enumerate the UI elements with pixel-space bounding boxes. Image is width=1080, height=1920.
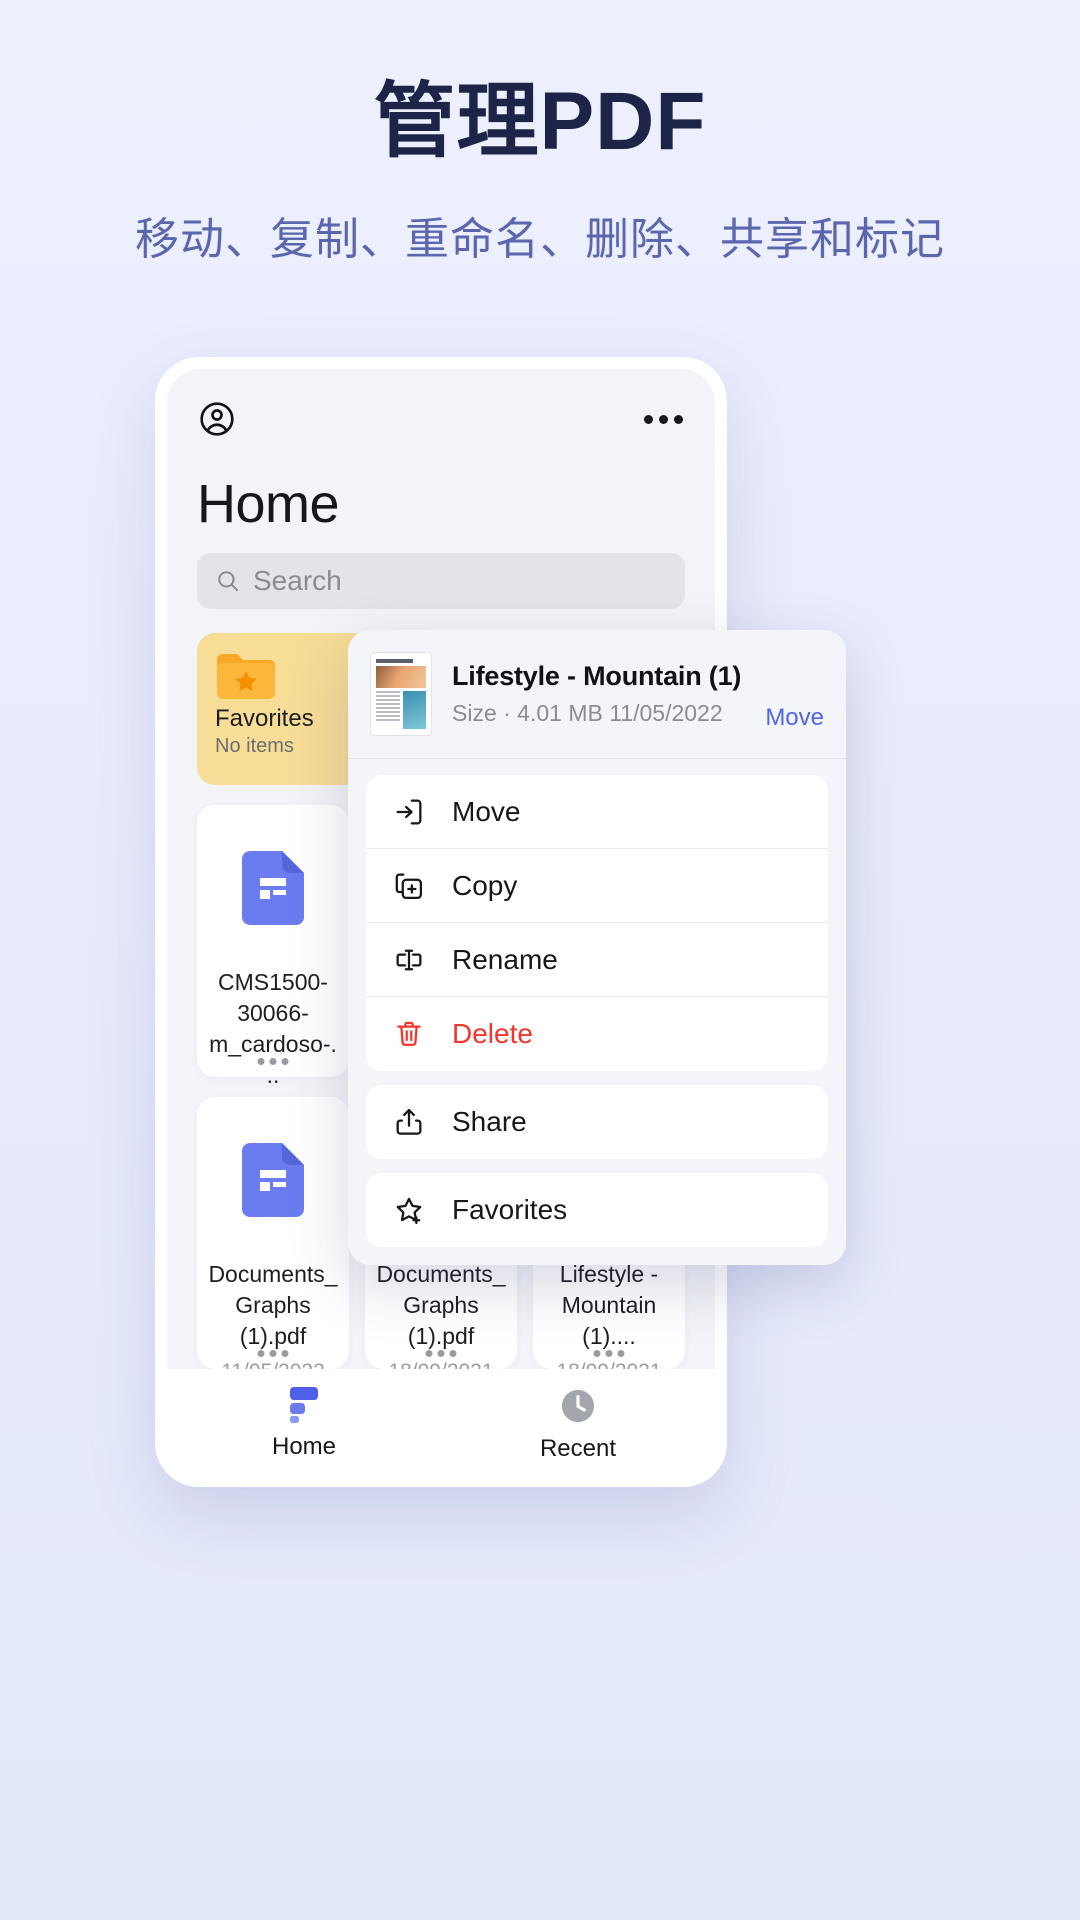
- action-item-favorites[interactable]: Favorites: [366, 1173, 828, 1247]
- file-more-icon[interactable]: [257, 1350, 289, 1357]
- action-label: Move: [452, 795, 521, 827]
- file-card[interactable]: CMS1500-30066-m_cardoso-... 25/04/2022: [197, 805, 349, 1122]
- action-label: Delete: [452, 1018, 533, 1049]
- search-placeholder: Search: [253, 565, 342, 596]
- tab-recent[interactable]: Recent: [441, 1385, 715, 1463]
- more-horizontal-icon[interactable]: [642, 407, 685, 432]
- file-name: Lifestyle - Mountain (1)....: [559, 1261, 659, 1350]
- action-group-primary: Move Copy Rename Delete: [366, 775, 828, 1071]
- star-plus-icon: [392, 1193, 426, 1227]
- action-label: Rename: [452, 943, 558, 975]
- search-icon: [215, 568, 241, 594]
- page-subtitle: 移动、复制、重命名、删除、共享和标记: [135, 214, 945, 264]
- share-icon: [392, 1105, 426, 1139]
- file-more-icon[interactable]: [425, 1350, 457, 1357]
- header-move-link[interactable]: Move: [765, 704, 824, 736]
- action-label: Share: [452, 1106, 527, 1137]
- file-size-date: Size · 4.01 MB 11/05/2022: [452, 700, 723, 726]
- home-files-icon: [282, 1385, 326, 1425]
- clock-icon: [557, 1385, 599, 1427]
- bottom-tab-bar: Home Recent: [167, 1369, 715, 1487]
- action-group-share: Share: [366, 1085, 828, 1159]
- action-sheet-header: Lifestyle - Mountain (1) Size · 4.01 MB …: [348, 630, 846, 759]
- tab-home[interactable]: Home: [167, 1385, 441, 1461]
- tab-label: Home: [271, 1433, 337, 1460]
- action-item-delete[interactable]: Delete: [366, 997, 828, 1071]
- action-group-favorites: Favorites: [366, 1173, 828, 1247]
- document-preview-thumbnail: [370, 652, 432, 736]
- action-label: Favorites: [452, 1194, 568, 1225]
- file-title: Lifestyle - Mountain (1): [452, 661, 742, 691]
- promo-header: 管理PDF 移动、复制、重命名、删除、共享和标记: [0, 0, 1080, 268]
- account-circle-icon[interactable]: [197, 399, 237, 439]
- file-more-icon[interactable]: [593, 1350, 625, 1357]
- trash-icon: [392, 1017, 426, 1051]
- tab-label: Recent: [539, 1435, 617, 1462]
- file-meta: Lifestyle - Mountain (1) Size · 4.01 MB …: [452, 661, 745, 727]
- move-into-icon: [392, 795, 426, 829]
- home-heading: Home: [197, 474, 340, 534]
- action-label: Copy: [452, 869, 518, 901]
- action-item-copy[interactable]: Copy: [366, 849, 828, 923]
- pdf-file-icon: [242, 1143, 304, 1217]
- file-name: Documents_Graphs (1).pdf: [208, 1261, 338, 1350]
- action-sheet: Lifestyle - Mountain (1) Size · 4.01 MB …: [348, 630, 846, 1265]
- app-topbar: [167, 369, 715, 439]
- search-input[interactable]: Search: [197, 553, 685, 609]
- action-item-share[interactable]: Share: [366, 1085, 828, 1159]
- rename-icon: [392, 943, 426, 977]
- page-title: 管理PDF: [373, 76, 707, 167]
- file-name: Documents_Graphs (1).pdf: [376, 1261, 506, 1350]
- file-card[interactable]: Documents_Graphs (1).pdf 11/05/2022: [197, 1097, 349, 1383]
- copy-plus-icon: [392, 869, 426, 903]
- file-name: CMS1500-30066-m_cardoso-...: [209, 969, 337, 1089]
- action-item-rename[interactable]: Rename: [366, 923, 828, 997]
- action-sheet-bottom-padding: [348, 1247, 846, 1265]
- action-item-move[interactable]: Move: [366, 775, 828, 849]
- pdf-file-icon: [242, 851, 304, 925]
- file-more-icon[interactable]: [257, 1058, 289, 1065]
